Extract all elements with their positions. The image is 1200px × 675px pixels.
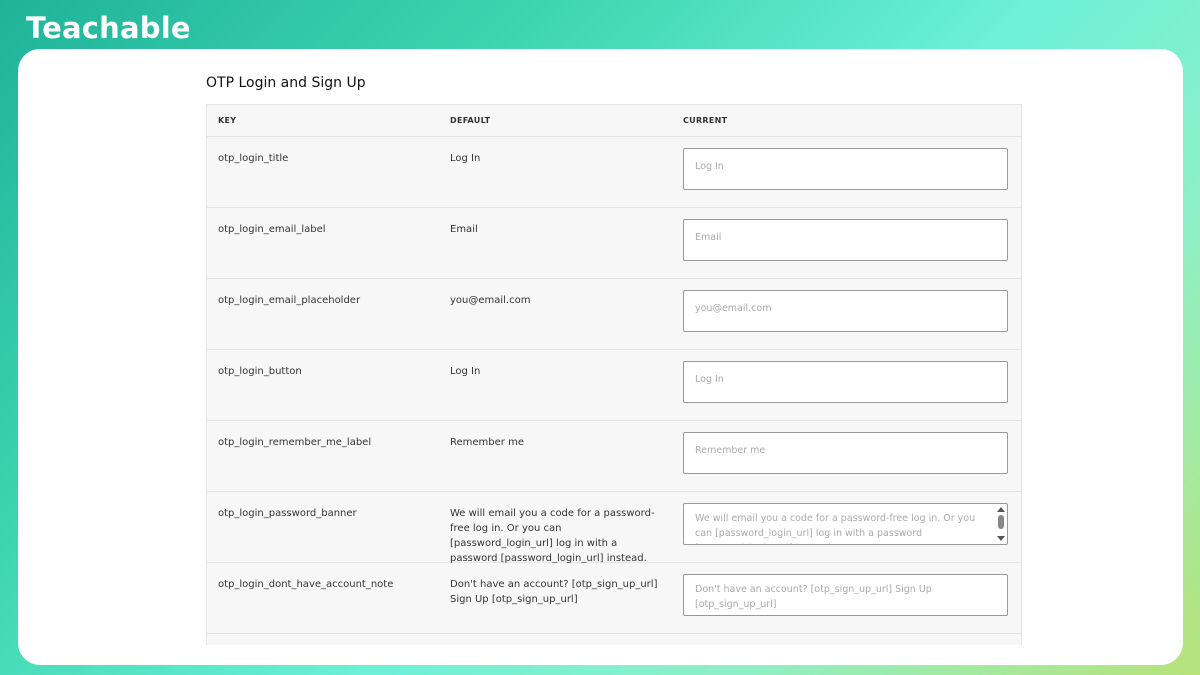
row-default: Email bbox=[450, 224, 478, 235]
row-key: otp_login_remember_me_label bbox=[218, 437, 372, 448]
row-key: otp_login_password_banner bbox=[218, 508, 357, 519]
current-value-field[interactable] bbox=[683, 219, 1008, 261]
table-header: KEY DEFAULT CURRENT bbox=[207, 105, 1021, 137]
row-default: Don't have an account? [otp_sign_up_url]… bbox=[450, 579, 658, 605]
current-value-field[interactable] bbox=[683, 148, 1008, 190]
current-value-input[interactable] bbox=[695, 443, 996, 458]
content-card: OTP Login and Sign Up KEY DEFAULT CURREN… bbox=[18, 49, 1183, 665]
scroll-down-arrow-icon[interactable] bbox=[997, 536, 1005, 541]
current-value-input[interactable] bbox=[695, 301, 996, 316]
row-key: otp_login_dont_have_account_note bbox=[218, 579, 394, 590]
current-value-field[interactable] bbox=[683, 574, 1008, 616]
table-row: otp_login_remember_me_label Remember me bbox=[207, 421, 1021, 492]
row-key: otp_login_button bbox=[218, 366, 302, 377]
row-key: otp_login_email_placeholder bbox=[218, 295, 361, 306]
current-value-input[interactable] bbox=[695, 159, 996, 174]
table-row: otp_login_password_banner We will email … bbox=[207, 492, 1021, 564]
table-row: otp_login_email_placeholder you@email.co… bbox=[207, 279, 1021, 350]
current-value-textarea[interactable] bbox=[695, 511, 995, 544]
row-default: Log In bbox=[450, 366, 481, 377]
row-default: We will email you a code for a password-… bbox=[450, 508, 655, 564]
scroll-thumb[interactable] bbox=[998, 515, 1004, 529]
table-row: otp_login_email_label Email bbox=[207, 208, 1021, 279]
textarea-scrollbar[interactable] bbox=[996, 505, 1006, 543]
table-row bbox=[207, 634, 1021, 645]
row-default: you@email.com bbox=[450, 295, 531, 306]
current-value-field[interactable] bbox=[683, 290, 1008, 332]
column-header-current: CURRENT bbox=[683, 116, 728, 125]
row-default: Remember me bbox=[450, 437, 524, 448]
row-key: otp_login_email_label bbox=[218, 224, 326, 235]
current-value-field[interactable] bbox=[683, 361, 1008, 403]
column-header-key: KEY bbox=[218, 116, 237, 125]
current-value-field[interactable] bbox=[683, 503, 1008, 545]
current-value-input[interactable] bbox=[695, 230, 996, 245]
row-key: otp_login_title bbox=[218, 153, 289, 164]
brand-logo-text: Teachable bbox=[26, 11, 191, 45]
settings-content: OTP Login and Sign Up KEY DEFAULT CURREN… bbox=[206, 49, 1022, 645]
current-value-textarea[interactable] bbox=[695, 582, 1000, 615]
table-row: otp_login_dont_have_account_note Don't h… bbox=[207, 563, 1021, 634]
scroll-up-arrow-icon[interactable] bbox=[997, 507, 1005, 512]
translations-table: KEY DEFAULT CURRENT otp_login_title Log … bbox=[206, 104, 1022, 645]
column-header-default: DEFAULT bbox=[450, 116, 491, 125]
current-value-field[interactable] bbox=[683, 432, 1008, 474]
row-default: Log In bbox=[450, 153, 481, 164]
table-row: otp_login_button Log In bbox=[207, 350, 1021, 421]
current-value-input[interactable] bbox=[695, 372, 996, 387]
section-title: OTP Login and Sign Up bbox=[206, 75, 366, 91]
table-row: otp_login_title Log In bbox=[207, 137, 1021, 208]
